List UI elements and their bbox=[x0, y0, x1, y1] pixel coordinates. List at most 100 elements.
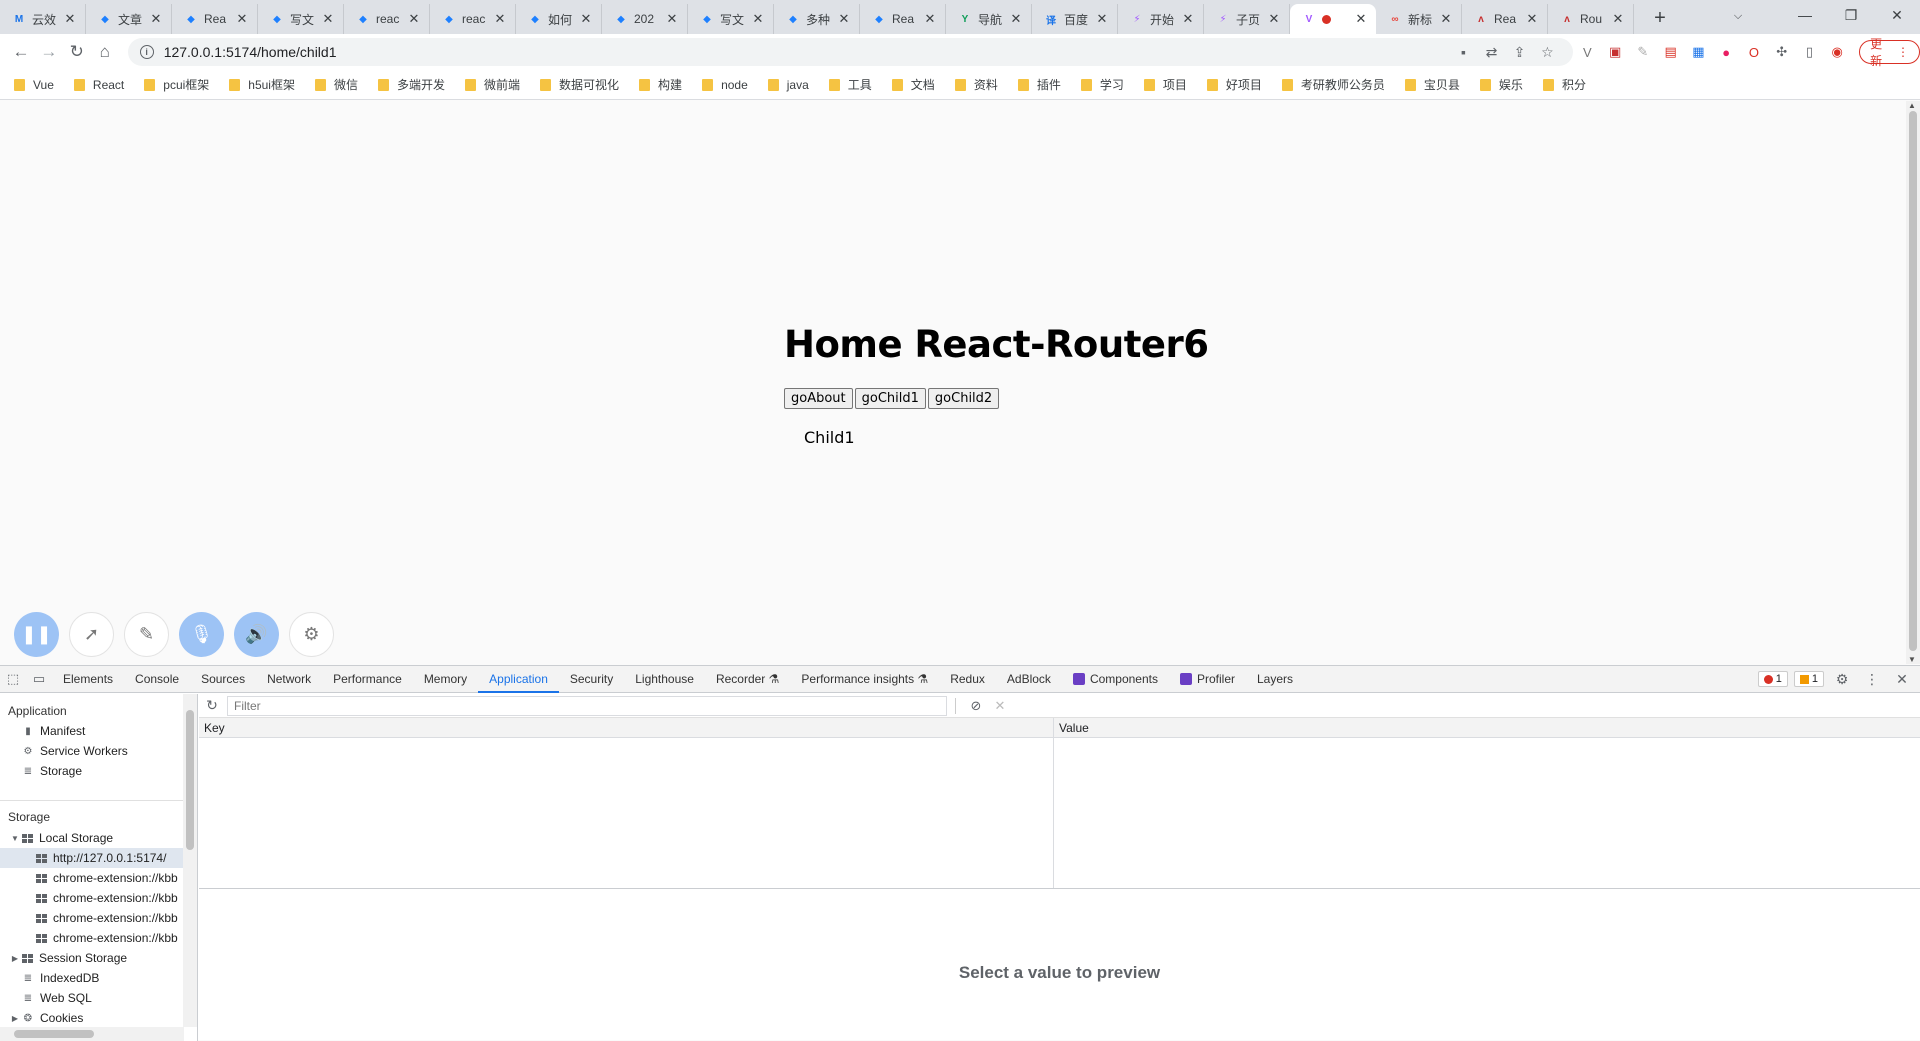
sidebar-item-extension-storage[interactable]: chrome-extension://kbb bbox=[36, 928, 178, 948]
bookmark-folder[interactable]: 多端开发 bbox=[378, 76, 445, 93]
browser-tab[interactable]: ◆ Rea ✕ bbox=[172, 4, 258, 34]
side-panel-icon[interactable]: ▯ bbox=[1796, 38, 1824, 66]
browser-tab[interactable]: ᴧ Rea ✕ bbox=[1462, 4, 1548, 34]
tab-close-icon[interactable]: ✕ bbox=[1009, 11, 1023, 27]
devtools-tab[interactable]: Profiler bbox=[1169, 666, 1246, 692]
bookmark-folder[interactable]: 项目 bbox=[1143, 76, 1187, 93]
sidebar-hscroll-thumb[interactable] bbox=[14, 1030, 94, 1038]
tab-close-icon[interactable]: ✕ bbox=[321, 11, 335, 27]
bookmark-folder[interactable]: node bbox=[702, 78, 748, 92]
extension-pink-icon[interactable]: ● bbox=[1712, 38, 1740, 66]
scroll-down-arrow-icon[interactable]: ▼ bbox=[1908, 655, 1916, 664]
expanded-arrow-icon[interactable]: ▼ bbox=[10, 834, 20, 843]
browser-tab[interactable]: ◆ 写文 ✕ bbox=[258, 4, 344, 34]
pause-icon[interactable]: ❚❚ bbox=[14, 612, 59, 657]
restore-icon[interactable]: ❐ bbox=[1828, 0, 1874, 30]
browser-tab[interactable]: ◆ 多种 ✕ bbox=[774, 4, 860, 34]
devtools-tab[interactable]: Performance insights ⚗ bbox=[790, 666, 939, 692]
browser-tab[interactable]: ◆ 如何 ✕ bbox=[516, 4, 602, 34]
bookmark-folder[interactable]: 宝贝县 bbox=[1404, 76, 1460, 93]
tab-close-icon[interactable]: ✕ bbox=[579, 11, 593, 27]
devtools-tab[interactable]: Redux bbox=[939, 666, 996, 692]
sidebar-scroll-thumb[interactable] bbox=[186, 710, 194, 850]
bookmark-folder[interactable]: 插件 bbox=[1017, 76, 1061, 93]
sidebar-item-session-storage[interactable]: ▶ Session Storage bbox=[10, 948, 127, 968]
profile-avatar[interactable]: ◉ bbox=[1823, 38, 1851, 66]
bookmark-folder[interactable]: 微信 bbox=[314, 76, 358, 93]
site-info-icon[interactable]: i bbox=[139, 45, 154, 59]
clear-all-icon[interactable]: ⊘ bbox=[964, 698, 988, 714]
extension-red-icon[interactable]: ▣ bbox=[1601, 38, 1629, 66]
device-toolbar-icon[interactable]: ▭ bbox=[26, 666, 52, 692]
bookmark-folder[interactable]: 微前端 bbox=[465, 76, 520, 93]
translate-icon[interactable]: ⇄ bbox=[1477, 44, 1505, 61]
sidebar-item-indexeddb[interactable]: ≣ IndexedDB bbox=[22, 968, 100, 988]
bookmark-folder[interactable]: 数据可视化 bbox=[540, 76, 619, 93]
devtools-tab[interactable]: Security bbox=[559, 666, 624, 692]
bookmark-folder[interactable]: 学习 bbox=[1080, 76, 1124, 93]
bookmark-folder[interactable]: 构建 bbox=[639, 76, 682, 93]
bookmark-folder[interactable]: 积分 bbox=[1542, 76, 1586, 93]
devtools-tab[interactable]: Network bbox=[256, 666, 322, 692]
page-scrollbar[interactable]: ▲ ▼ bbox=[1906, 101, 1920, 664]
sidebar-scrollbar[interactable] bbox=[183, 694, 197, 1027]
pen-icon[interactable]: ✎ bbox=[124, 612, 169, 657]
tab-close-icon[interactable]: ✕ bbox=[837, 11, 851, 27]
bookmark-folder[interactable]: h5ui框架 bbox=[229, 76, 295, 93]
browser-tab[interactable]: Y 导航 ✕ bbox=[946, 4, 1032, 34]
column-header-value[interactable]: Value bbox=[1054, 718, 1094, 737]
reload-icon[interactable]: ↻ bbox=[64, 38, 90, 66]
devtools-tab[interactable]: Layers bbox=[1246, 666, 1304, 692]
bookmark-folder[interactable]: 好项目 bbox=[1206, 76, 1262, 93]
minimize-icon[interactable]: — bbox=[1782, 0, 1828, 30]
sidebar-item-storage[interactable]: ≣ Storage bbox=[22, 761, 82, 781]
tab-close-icon[interactable]: ✕ bbox=[665, 11, 679, 27]
bookmark-folder[interactable]: java bbox=[767, 78, 809, 92]
devtools-tab[interactable]: Lighthouse bbox=[624, 666, 705, 692]
update-button[interactable]: 更新 ⋮ bbox=[1859, 37, 1920, 68]
camera-icon[interactable]: ▪ bbox=[1449, 44, 1477, 60]
devtools-settings-icon[interactable]: ⚙ bbox=[1830, 671, 1854, 688]
tab-close-icon[interactable]: ✕ bbox=[1267, 11, 1281, 27]
devtools-more-icon[interactable]: ⋮ bbox=[1860, 671, 1884, 688]
tab-search-icon[interactable]: ⌵ bbox=[1726, 4, 1750, 28]
extensions-puzzle-icon[interactable]: ✣ bbox=[1768, 38, 1796, 66]
collapsed-arrow-icon[interactable]: ▶ bbox=[10, 954, 20, 963]
browser-tab[interactable]: V ✕ bbox=[1290, 4, 1376, 34]
browser-tab[interactable]: ∞ 新标 ✕ bbox=[1376, 4, 1462, 34]
devtools-tab[interactable]: Components bbox=[1062, 666, 1169, 692]
extension-fe-icon[interactable]: ▤ bbox=[1657, 38, 1685, 66]
tab-close-icon[interactable]: ✕ bbox=[1525, 11, 1539, 27]
browser-tab[interactable]: 译百度 ✕ bbox=[1032, 4, 1118, 34]
tab-close-icon[interactable]: ✕ bbox=[149, 11, 163, 27]
go-child1-button[interactable]: goChild1 bbox=[854, 388, 926, 409]
bookmark-folder[interactable]: 工具 bbox=[828, 76, 872, 93]
browser-tab[interactable]: ◆ reac ✕ bbox=[344, 4, 430, 34]
bookmark-folder[interactable]: 考研教师公务员 bbox=[1281, 76, 1385, 93]
tab-close-icon[interactable]: ✕ bbox=[1439, 11, 1453, 27]
bookmark-folder[interactable]: 文档 bbox=[891, 76, 935, 93]
scroll-up-arrow-icon[interactable]: ▲ bbox=[1908, 101, 1916, 110]
settings-icon[interactable]: ⚙ bbox=[289, 612, 334, 657]
sidebar-item-extension-storage[interactable]: chrome-extension://kbb bbox=[36, 868, 178, 888]
share-icon[interactable]: ⇪ bbox=[1505, 44, 1533, 61]
close-window-icon[interactable]: ✕ bbox=[1874, 0, 1920, 30]
bookmark-folder[interactable]: 娱乐 bbox=[1479, 76, 1523, 93]
go-about-button[interactable]: goAbout bbox=[784, 388, 853, 409]
sidebar-item-manifest[interactable]: ▮ Manifest bbox=[22, 721, 85, 741]
browser-tab[interactable]: ◆ 文章 ✕ bbox=[86, 4, 172, 34]
bookmark-star-icon[interactable]: ☆ bbox=[1533, 44, 1561, 61]
devtools-tab[interactable]: Memory bbox=[413, 666, 478, 692]
error-count-badge[interactable]: 1 bbox=[1757, 671, 1788, 687]
inspect-element-icon[interactable]: ⬚ bbox=[0, 666, 26, 692]
tab-close-icon[interactable]: ✕ bbox=[751, 11, 765, 27]
microphone-icon[interactable]: 🎙 bbox=[179, 612, 224, 657]
tab-close-icon[interactable]: ✕ bbox=[1354, 11, 1368, 27]
sidebar-horizontal-scrollbar[interactable] bbox=[0, 1027, 184, 1041]
delete-selected-icon[interactable]: ✕ bbox=[988, 698, 1012, 714]
extension-new-icon[interactable]: ▦ bbox=[1685, 38, 1713, 66]
home-icon[interactable]: ⌂ bbox=[92, 38, 118, 66]
devtools-tab[interactable]: Console bbox=[124, 666, 190, 692]
tab-close-icon[interactable]: ✕ bbox=[493, 11, 507, 27]
tab-close-icon[interactable]: ✕ bbox=[923, 11, 937, 27]
